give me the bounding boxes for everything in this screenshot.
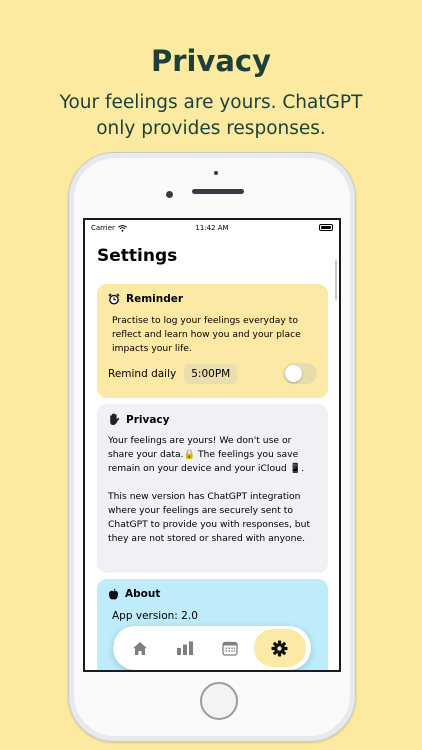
remind-daily-row: Remind daily 5:00PM xyxy=(108,363,317,384)
page-title: Settings xyxy=(97,246,178,266)
promo-subline-line-1: Your feelings are yours. ChatGPT xyxy=(59,92,363,113)
apple-logo-icon xyxy=(108,588,119,600)
calendar-icon xyxy=(221,641,238,656)
privacy-title: Privacy xyxy=(126,413,170,426)
reminder-description: Practise to log your feelings everyday t… xyxy=(112,315,301,354)
reminder-card: Reminder Practise to log your feelings e… xyxy=(97,284,328,398)
bar-chart-icon xyxy=(176,641,194,655)
promo-subline: Your feelings are yours. ChatGPT only pr… xyxy=(0,90,422,142)
front-camera xyxy=(166,191,173,198)
reminder-time-picker[interactable]: 5:00PM xyxy=(184,363,238,384)
promo-subline-line-2: only provides responses. xyxy=(96,118,326,139)
privacy-paragraph-1: Your feelings are yours! We don't use or… xyxy=(108,435,305,474)
tab-calendar[interactable] xyxy=(209,629,251,667)
status-bar: Carrier 11:42 AM xyxy=(85,220,339,236)
gear-icon xyxy=(271,640,288,657)
remind-daily-label: Remind daily xyxy=(108,367,177,380)
tab-stats[interactable] xyxy=(164,629,206,667)
home-icon xyxy=(132,641,148,656)
battery-icon xyxy=(319,224,333,231)
reminder-title: Reminder xyxy=(126,293,184,305)
about-header: About xyxy=(108,588,317,600)
home-button[interactable] xyxy=(200,682,238,720)
tab-settings[interactable] xyxy=(253,629,306,667)
privacy-header: Privacy xyxy=(108,413,317,426)
about-title: About xyxy=(125,588,161,600)
reminder-toggle[interactable] xyxy=(283,363,317,384)
privacy-card: Privacy Your feelings are yours! We don'… xyxy=(97,404,328,573)
status-time: 11:42 AM xyxy=(195,224,229,232)
raised-hand-icon xyxy=(108,413,120,426)
reminder-header: Reminder xyxy=(108,293,317,305)
app-screen: Carrier 11:42 AM Settings Reminder Pract… xyxy=(83,218,341,672)
earpiece-speaker xyxy=(192,189,244,194)
phone-sensor xyxy=(214,171,218,175)
toggle-knob xyxy=(285,365,302,382)
privacy-paragraph-2: This new version has ChatGPT integration… xyxy=(108,491,311,544)
promo-headline: Privacy xyxy=(150,44,272,78)
alarm-clock-icon xyxy=(108,293,120,305)
scroll-indicator[interactable] xyxy=(335,260,337,300)
tab-home[interactable] xyxy=(119,629,161,667)
tab-bar xyxy=(113,626,311,670)
app-version: App version: 2.0 xyxy=(112,610,198,622)
